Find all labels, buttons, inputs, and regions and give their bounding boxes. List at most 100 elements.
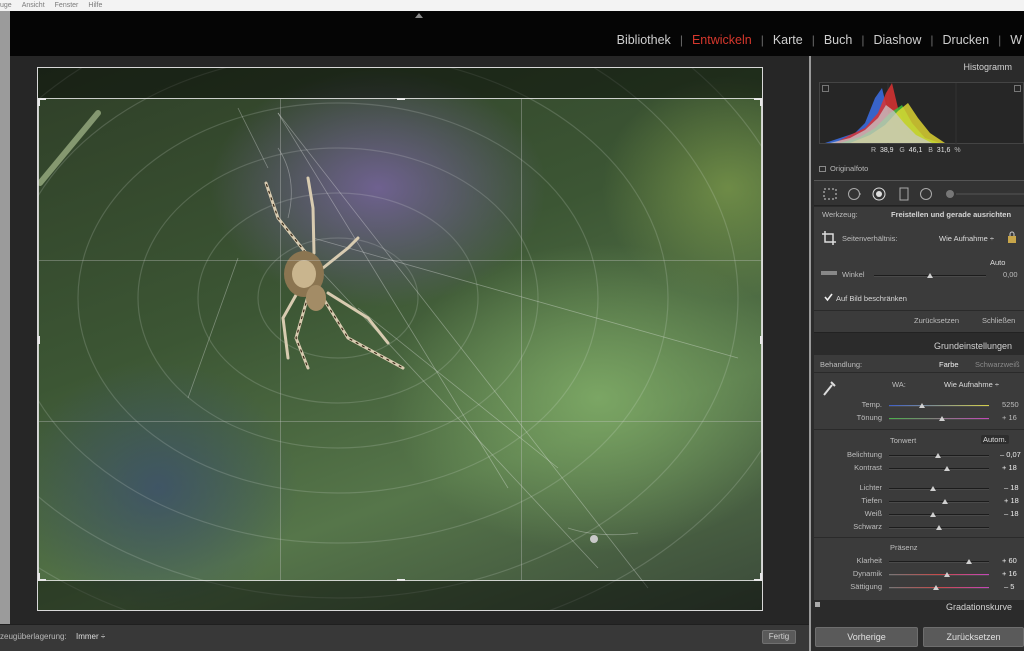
tint-label: Tönung [856,413,882,422]
tint-value[interactable]: + 16 [1002,413,1017,422]
level-tool-icon[interactable] [820,267,838,279]
crop-frame-icon[interactable] [822,231,836,245]
panel-switch-icon[interactable] [815,602,820,607]
highlights-value[interactable]: – 18 [1004,483,1019,492]
crop-handle-right[interactable] [760,336,762,344]
vibrance-slider-track[interactable] [889,574,989,576]
tone-curve-title[interactable]: Gradationskurve [946,602,1012,612]
whites-slider-knob[interactable] [930,512,936,517]
menu-item-help[interactable]: Hilfe [88,0,102,11]
red-eye-icon[interactable] [872,187,886,201]
contrast-slider-knob[interactable] [944,466,950,471]
treatment-color-button[interactable]: Farbe [939,360,959,369]
previous-button[interactable]: Vorherige [815,627,918,647]
crop-handle-bottom[interactable] [397,579,405,581]
lock-icon[interactable] [1007,231,1017,243]
crop-handle-top-right[interactable] [760,98,762,106]
exposure-slider-knob[interactable] [935,453,941,458]
highlights-slider-knob[interactable] [930,486,936,491]
crop-handle-bottom-right[interactable] [760,573,762,581]
shadows-slider-knob[interactable] [942,499,948,504]
shadows-slider-track[interactable] [889,501,989,503]
crop-handle-left[interactable] [38,336,40,344]
saturation-slider-track[interactable] [889,587,989,589]
module-map[interactable]: Karte [764,33,812,47]
photo-frame [37,67,763,611]
checkbox-icon [819,166,826,172]
divider [814,537,1024,538]
module-header: Bibliothek | Entwickeln | Karte | Buch |… [10,11,1024,56]
white-balance-picker-icon[interactable] [822,379,838,397]
rgb-readout: R 38,9 G 46,1 B 31,6 % [871,147,961,154]
module-develop[interactable]: Entwickeln [683,33,761,47]
contrast-label: Kontrast [854,463,882,472]
shadow-clipping-icon[interactable] [822,85,829,92]
contrast-value[interactable]: + 18 [1002,463,1017,472]
crop-close-button[interactable]: Schließen [982,316,1015,325]
crop-reset-button[interactable]: Zurücksetzen [914,316,959,325]
highlights-label: Lichter [859,483,882,492]
crop-handle-top[interactable] [397,98,405,100]
basic-panel-title[interactable]: Grundeinstellungen [934,341,1012,351]
tool-overlay-select[interactable]: Immer ÷ [76,632,105,641]
tint-slider-knob[interactable] [939,416,945,421]
crop-overlay[interactable] [38,98,762,581]
module-library[interactable]: Bibliothek [608,33,680,47]
crop-tool-icon[interactable] [823,187,837,201]
done-button[interactable]: Fertig [762,630,796,644]
highlights-slider-track[interactable] [889,488,989,490]
temp-slider-track[interactable] [889,405,989,407]
vibrance-slider-knob[interactable] [944,572,950,577]
clarity-slider-track[interactable] [889,561,989,563]
original-photo-toggle[interactable]: Originalfoto [819,164,868,173]
module-web[interactable]: W [1001,33,1024,47]
highlight-clipping-icon[interactable] [1014,85,1021,92]
module-print[interactable]: Drucken [934,33,999,47]
whites-value[interactable]: – 18 [1004,509,1019,518]
develop-tool-strip [814,180,1024,206]
menu-item-window[interactable]: Fenster [55,0,79,11]
histogram-graph [825,83,957,145]
crop-handle-top-left[interactable] [38,98,40,106]
contrast-slider-track[interactable] [889,468,989,470]
reset-all-button[interactable]: Zurücksetzen [923,627,1024,647]
module-book[interactable]: Buch [815,33,862,47]
treatment-bw-button[interactable]: Schwarzweiß [975,360,1020,369]
saturation-slider-knob[interactable] [933,585,939,590]
graduated-filter-icon[interactable] [897,187,911,201]
wb-select[interactable]: Wie Aufnahme ÷ [944,380,999,389]
collapse-top-panel-icon[interactable] [415,13,423,18]
angle-value[interactable]: 0,00 [1003,270,1018,279]
left-panel-collapsed [0,11,10,651]
angle-slider-knob[interactable] [927,273,933,278]
aspect-select[interactable]: Wie Aufnahme ÷ [939,234,994,243]
menu-item-view[interactable]: Ansicht [22,0,45,11]
saturation-value[interactable]: – 5 [1004,582,1014,591]
crop-handle-bottom-left[interactable] [38,573,40,581]
radial-filter-icon[interactable] [919,187,933,201]
blacks-slider-knob[interactable] [936,525,942,530]
clarity-value[interactable]: + 60 [1002,556,1017,565]
vibrance-value[interactable]: + 16 [1002,569,1017,578]
unit-label: % [954,147,961,154]
temp-slider-knob[interactable] [919,403,925,408]
menu-item-edit[interactable]: uge [0,0,12,11]
g-label: G [899,147,905,154]
exposure-value[interactable]: – 0,07 [1000,450,1021,459]
whites-slider-track[interactable] [889,514,989,516]
clarity-label: Klarheit [856,556,882,565]
aspect-label: Seitenverhältnis: [842,234,898,243]
auto-straighten-button[interactable]: Auto [990,258,1005,267]
os-menu-bar: uge Ansicht Fenster Hilfe [0,0,1024,11]
histogram-title[interactable]: Histogramm [963,62,1012,72]
clarity-slider-knob[interactable] [966,559,972,564]
spot-removal-icon[interactable] [847,187,861,201]
adjustment-brush-icon[interactable] [944,187,1024,201]
module-slideshow[interactable]: Diashow [864,33,930,47]
tone-auto-button[interactable]: Autom. [981,435,1009,444]
constrain-checkbox[interactable] [824,293,833,302]
temp-value[interactable]: 5250 [1002,400,1019,409]
shadows-value[interactable]: + 18 [1004,496,1019,505]
spider-photo[interactable] [38,68,762,610]
temp-label: Temp. [861,400,882,409]
